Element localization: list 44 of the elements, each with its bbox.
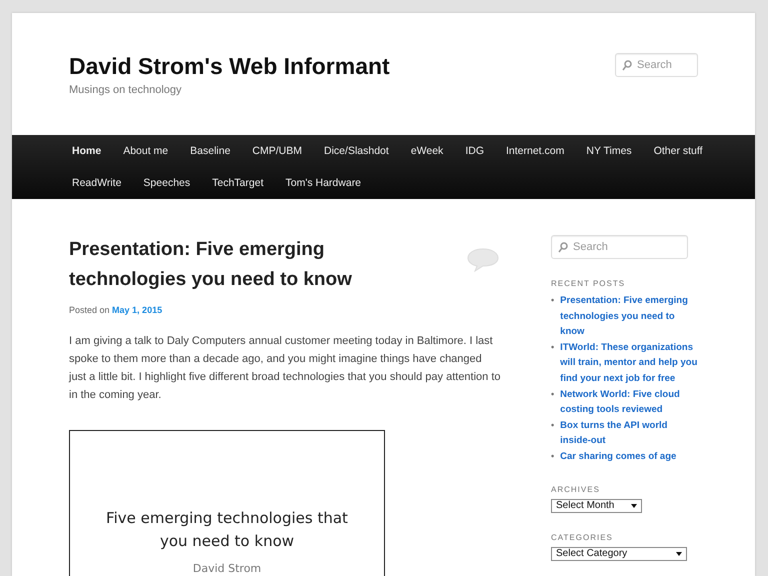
- post-text: I am giving a talk to Daly Computers annual customer meeting today in Baltimore. I last spoke to them more than a decade ago, and you might imagine things have changed just a little bit. I highlight five different broad technologies that you should pay attention to in the coming year.: [69, 334, 501, 403]
- site-title[interactable]: David Strom's Web Informant: [69, 53, 390, 80]
- widget-heading: RECENT POSTS: [551, 279, 626, 288]
- dropdown-arrow-icon: [631, 504, 637, 508]
- search-icon: [622, 60, 632, 71]
- nav-link[interactable]: Tom's Hardware: [274, 167, 372, 199]
- widget-heading: ARCHIVES: [551, 484, 601, 494]
- nav-link[interactable]: eWeek: [400, 135, 454, 167]
- post-title[interactable]: Presentation: Five emerging technologies you need to know: [69, 235, 389, 295]
- bullet: •: [551, 388, 554, 401]
- post-meta: Posted on May 1, 2015: [69, 305, 164, 315]
- dropdown-arrow-icon: [676, 552, 682, 556]
- category-select[interactable]: Select Category: [551, 546, 687, 561]
- nav-link[interactable]: CMP/UBM: [241, 135, 314, 167]
- search-field[interactable]: Search: [551, 235, 688, 259]
- search-icon: [558, 242, 568, 253]
- nav-link[interactable]: Baseline: [179, 135, 242, 167]
- bullet: •: [551, 340, 554, 354]
- month-select[interactable]: Select Month: [551, 498, 642, 513]
- bullet: •: [551, 418, 554, 432]
- recent-post-link[interactable]: Network World: Five cloud costing tools reviewed: [560, 386, 700, 418]
- nav-link[interactable]: Home: [61, 135, 112, 167]
- recent-post-link[interactable]: Box turns the API world inside-out: [560, 418, 700, 449]
- nav-link[interactable]: About me: [112, 135, 180, 167]
- nav-link[interactable]: TechTarget: [201, 167, 274, 199]
- nav-link[interactable]: IDG: [454, 135, 495, 167]
- slide-title: Five emerging technologies that you need to know: [105, 508, 349, 552]
- recent-post-link[interactable]: Presentation: Five emerging technologies you need to know: [560, 293, 700, 340]
- site-tagline: Musings on technology: [69, 84, 183, 96]
- nav-link[interactable]: ReadWrite: [61, 167, 132, 199]
- nav-link[interactable]: NY Times: [575, 135, 643, 167]
- comment-bubble-icon[interactable]: [467, 247, 499, 273]
- recent-post-link[interactable]: ITWorld: These organizations will train, mentor and help you find your next job for free: [560, 340, 700, 387]
- widget-heading: CATEGORIES: [551, 532, 614, 542]
- nav-link[interactable]: Speeches: [132, 167, 202, 199]
- slide-author: David Strom: [192, 562, 262, 575]
- bullet: •: [551, 294, 554, 307]
- nav-link[interactable]: Other stuff: [642, 135, 714, 167]
- nav-link[interactable]: Internet.com: [494, 135, 576, 167]
- bullet: •: [551, 450, 554, 463]
- recent-post-link[interactable]: Car sharing comes of age: [560, 448, 700, 465]
- date-link[interactable]: May 1, 2015: [112, 305, 162, 315]
- search-field[interactable]: Search: [615, 53, 698, 77]
- nav-link[interactable]: Dice/Slashdot: [313, 135, 400, 167]
